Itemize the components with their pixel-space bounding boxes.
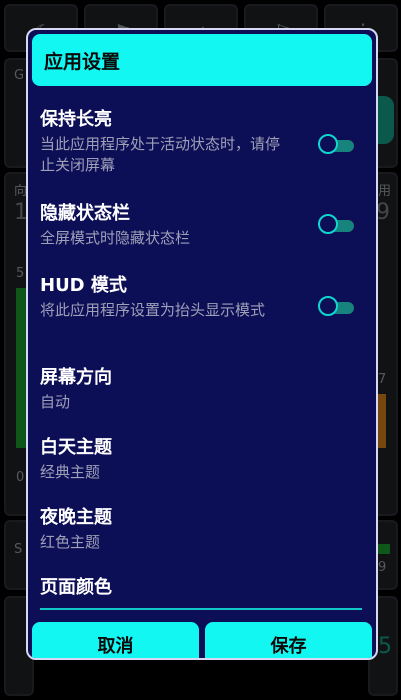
toggle-knob: [318, 134, 338, 154]
hud-mode-toggle[interactable]: [318, 296, 356, 318]
settings-list[interactable]: 保持长亮 当此应用程序处于活动状态时，请停止关闭屏幕 隐藏状态栏 全屏模式时隐藏…: [28, 94, 376, 612]
toggle-knob: [318, 214, 338, 234]
setting-keep-screen-on[interactable]: 保持长亮 当此应用程序处于活动状态时，请停止关闭屏幕: [40, 108, 370, 176]
dialog-title: 应用设置: [44, 50, 121, 73]
setting-desc: 当此应用程序处于活动状态时，请停止关闭屏幕: [40, 135, 281, 174]
setting-desc: 经典主题: [40, 463, 101, 481]
setting-title: HUD 模式: [40, 275, 127, 296]
dialog-header: 应用设置: [32, 34, 372, 86]
setting-title: 页面颜色: [40, 577, 112, 598]
toggle-knob: [318, 296, 338, 316]
cancel-button[interactable]: 取消: [32, 622, 199, 658]
setting-screen-orientation[interactable]: 屏幕方向 自动: [40, 366, 370, 413]
setting-title: 保持长亮: [40, 109, 112, 130]
list-divider: [40, 608, 362, 610]
setting-page-color[interactable]: 页面颜色: [40, 576, 370, 600]
setting-desc: 自动: [40, 393, 71, 411]
setting-desc: 全屏模式时隐藏状态栏: [40, 229, 191, 247]
setting-hud-mode[interactable]: HUD 模式 将此应用程序设置为抬头显示模式: [40, 274, 370, 321]
setting-desc: 将此应用程序设置为抬头显示模式: [40, 301, 266, 319]
setting-day-theme[interactable]: 白天主题 经典主题: [40, 436, 370, 483]
app-settings-dialog: 应用设置 保持长亮 当此应用程序处于活动状态时，请停止关闭屏幕 隐藏状态栏 全屏…: [26, 28, 378, 660]
save-button[interactable]: 保存: [205, 622, 372, 658]
setting-title: 屏幕方向: [40, 367, 112, 388]
hide-status-bar-toggle[interactable]: [318, 214, 356, 236]
dialog-footer: 取消 保存: [32, 622, 372, 658]
setting-title: 夜晚主题: [40, 507, 112, 528]
setting-title: 白天主题: [40, 437, 112, 458]
keep-screen-on-toggle[interactable]: [318, 134, 356, 156]
setting-desc: 红色主题: [40, 533, 101, 551]
setting-night-theme[interactable]: 夜晚主题 红色主题: [40, 506, 370, 553]
setting-hide-status-bar[interactable]: 隐藏状态栏 全屏模式时隐藏状态栏: [40, 202, 370, 249]
